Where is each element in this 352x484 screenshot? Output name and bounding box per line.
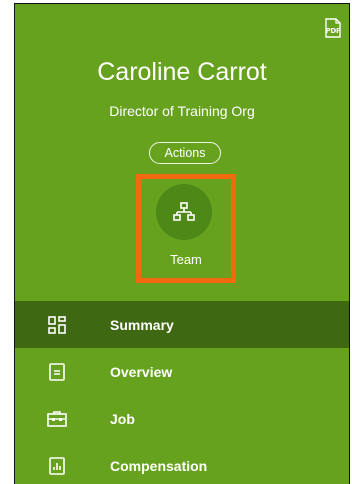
worker-name: Caroline Carrot	[97, 58, 267, 86]
nav-item-job[interactable]: Job	[15, 395, 349, 442]
org-chart-icon	[173, 202, 195, 221]
profile-nav: Summary Overview Job Compensation	[15, 301, 349, 484]
nav-item-label: Overview	[110, 363, 173, 380]
pdf-export-button[interactable]: PDF	[325, 18, 341, 38]
nav-item-overview[interactable]: Overview	[15, 348, 349, 395]
nav-item-label: Compensation	[110, 457, 208, 474]
team-button[interactable]	[156, 184, 212, 240]
team-label[interactable]: Team	[136, 252, 236, 267]
grid-icon	[47, 315, 67, 335]
pdf-label: PDF	[325, 27, 341, 35]
actions-button[interactable]: Actions	[149, 142, 221, 164]
briefcase-icon	[47, 409, 67, 429]
page-background: PDF Caroline Carrot Director of Training…	[0, 0, 352, 484]
bar-chart-icon	[47, 456, 67, 476]
nav-item-label: Job	[110, 410, 135, 427]
worker-title: Director of Training Org	[109, 103, 255, 119]
nav-item-label: Summary	[110, 316, 174, 333]
document-icon	[47, 362, 67, 382]
nav-item-summary[interactable]: Summary	[15, 301, 349, 348]
worker-profile-card: PDF Caroline Carrot Director of Training…	[14, 3, 350, 484]
nav-item-compensation[interactable]: Compensation	[15, 442, 349, 484]
